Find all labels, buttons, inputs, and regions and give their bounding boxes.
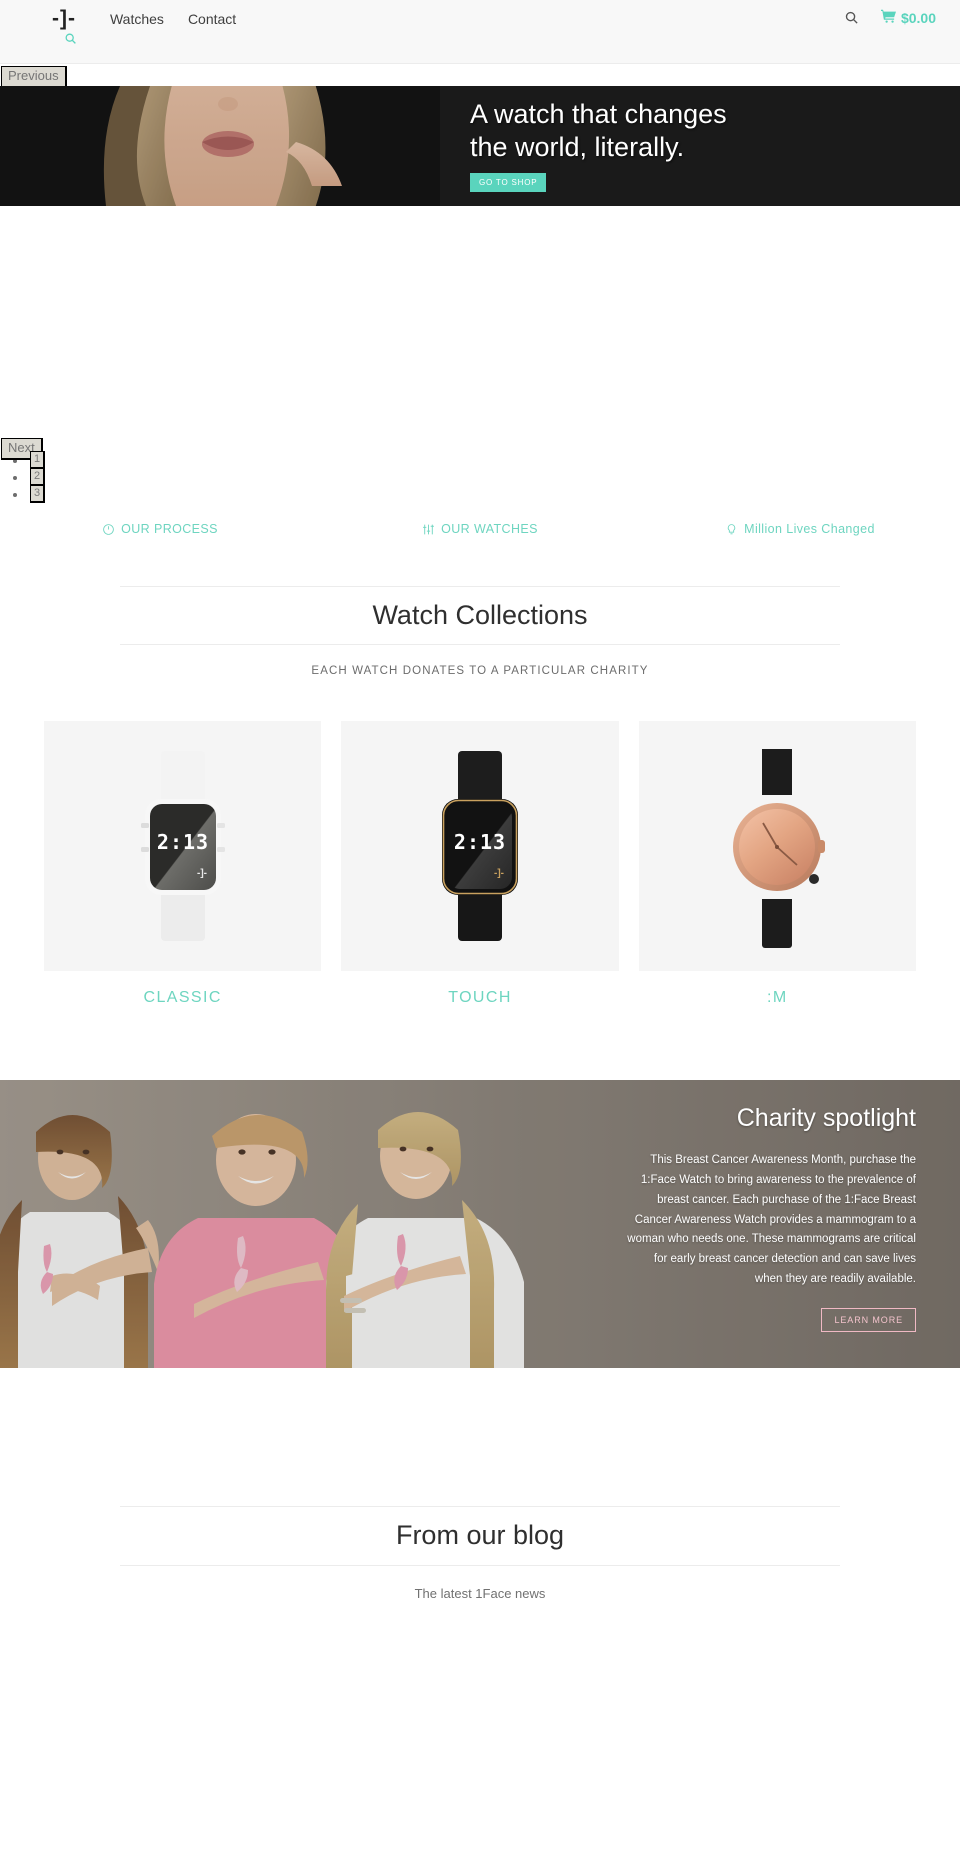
nav-item-contact[interactable]: Contact	[188, 10, 236, 28]
blog-subtitle: The latest 1Face news	[414, 1585, 546, 1601]
learn-more-button[interactable]: LEARN MORE	[821, 1307, 916, 1332]
blog-heading: From our blog The latest 1Face news	[120, 1368, 840, 1640]
charity-spotlight-section: Charity spotlight This Breast Cancer Awa…	[0, 1080, 960, 1369]
collection-card-touch[interactable]: 2:13 -]- TOUCH	[341, 721, 619, 1007]
blog-section: From our blog The latest 1Face news	[0, 1368, 960, 1640]
feature-our-watches[interactable]: OUR WATCHES	[320, 522, 640, 536]
feature-row: OUR PROCESS OUR WATCHES Million Lives Ch…	[0, 522, 960, 536]
charity-copy: Charity spotlight This Breast Cancer Awa…	[626, 1104, 916, 1332]
slider-pagination: 1 2 3	[0, 438, 960, 503]
collections-subtitle: EACH WATCH DONATES TO A PARTICULAR CHARI…	[311, 665, 649, 678]
collection-thumb-touch: 2:13 -]-	[341, 721, 619, 972]
shopping-cart-icon	[880, 9, 896, 26]
search-icon[interactable]	[844, 10, 859, 25]
sliders-icon	[422, 523, 435, 536]
slider-dot-3[interactable]: 3	[30, 485, 45, 503]
header-search-row	[0, 30, 960, 60]
hero-slider: Previous A watch that changes the world,…	[0, 64, 960, 516]
slider-controls-top: Previous	[0, 64, 960, 89]
hero-title: A watch that changes the world, literall…	[470, 98, 940, 164]
page-title: Watch Collections	[120, 586, 840, 646]
list-item: 3	[28, 485, 960, 503]
list-item: 1	[28, 451, 960, 469]
hero-title-line-2: the world, literally.	[470, 131, 685, 162]
list-item: 2	[28, 468, 960, 486]
cart-total: $0.00	[900, 9, 936, 26]
hero-slide: A watch that changes the world, literall…	[0, 86, 960, 206]
main-nav: Watches Contact	[110, 10, 236, 28]
collection-thumb-classic: 2:13 -]-	[44, 721, 322, 972]
collection-name: :M	[767, 989, 788, 1007]
svg-text:-]-: -]-	[197, 868, 207, 879]
collections-section: Watch Collections EACH WATCH DONATES TO …	[0, 536, 960, 1007]
feature-our-process[interactable]: OUR PROCESS	[0, 522, 320, 536]
collection-thumb-m	[638, 721, 916, 972]
site-header: -]- Watches Contact $0.00	[0, 0, 960, 64]
feature-label: Million Lives Changed	[744, 522, 875, 536]
hero-copy: A watch that changes the world, literall…	[470, 98, 940, 192]
brand-logo[interactable]: -]-	[52, 8, 76, 29]
search-input-icon[interactable]	[64, 32, 77, 50]
cart-link[interactable]: $0.00	[880, 9, 936, 26]
header-actions: $0.00	[844, 9, 936, 26]
svg-text:2:13: 2:13	[454, 830, 506, 854]
svg-text:-]-: -]-	[494, 868, 504, 879]
clock-icon	[102, 523, 115, 536]
hero-title-line-1: A watch that changes	[470, 99, 727, 129]
collection-name: TOUCH	[448, 989, 512, 1007]
collection-card-classic[interactable]: 2:13 -]- CLASSIC	[44, 721, 322, 1007]
slider-previous-button[interactable]: Previous	[1, 66, 67, 89]
nav-item-watches[interactable]: Watches	[110, 10, 164, 28]
collections-grid: 2:13 -]- CLASSIC 2:13 -]- TOUCH:M	[0, 677, 960, 1007]
blog-title: From our blog	[120, 1506, 840, 1566]
slider-dot-2[interactable]: 2	[30, 468, 45, 486]
slider-stage	[0, 206, 960, 438]
hero-photo	[0, 86, 440, 206]
feature-million-lives-changed[interactable]: Million Lives Changed	[640, 522, 960, 536]
feature-label: OUR PROCESS	[121, 522, 218, 536]
slider-controls-bottom: Next 1 2 3	[0, 438, 960, 516]
go-to-shop-button[interactable]: GO TO SHOP	[470, 172, 547, 192]
feature-label: OUR WATCHES	[441, 522, 538, 536]
collection-card-m[interactable]: :M	[638, 721, 916, 1007]
charity-title: Charity spotlight	[736, 1104, 916, 1133]
lightbulb-icon	[725, 523, 738, 536]
collection-name: CLASSIC	[143, 989, 222, 1007]
charity-body: This Breast Cancer Awareness Month, purc…	[627, 1154, 916, 1285]
collections-heading: Watch Collections EACH WATCH DONATES TO …	[120, 536, 840, 677]
svg-text:2:13: 2:13	[157, 830, 209, 854]
slider-dot-1[interactable]: 1	[30, 451, 45, 469]
